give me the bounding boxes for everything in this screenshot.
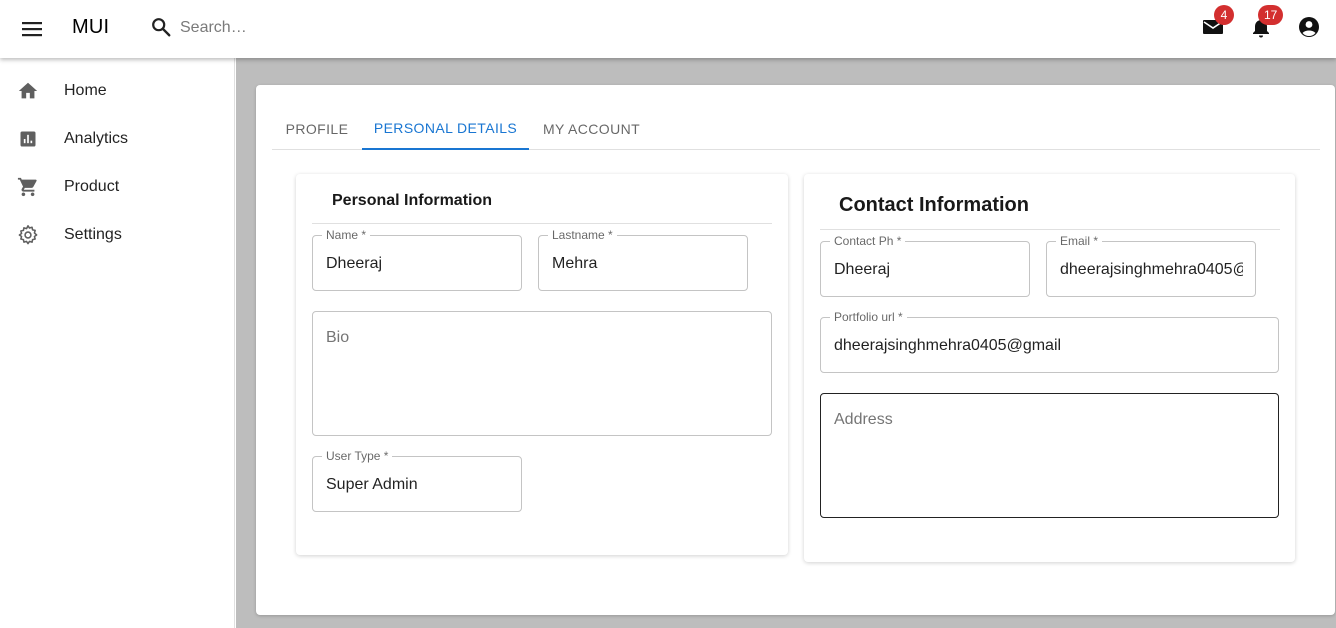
brand-title[interactable]: MUI <box>72 16 109 39</box>
lastname-input[interactable] <box>552 254 735 274</box>
gear-icon <box>17 224 39 246</box>
user-type-field[interactable]: User Type * <box>312 449 522 512</box>
app-bar: MUI 4 17 <box>0 0 1336 58</box>
panel-title: Contact Information <box>839 194 1029 216</box>
field-label: Name * <box>322 228 371 242</box>
details-card: PROFILE PERSONAL DETAILS MY ACCOUNT Pers… <box>256 85 1335 615</box>
tab-profile[interactable]: PROFILE <box>272 107 362 150</box>
account-circle-icon <box>1297 15 1321 44</box>
search-icon <box>150 16 172 38</box>
contact-phone-field[interactable]: Contact Ph * <box>820 234 1030 297</box>
name-field[interactable]: Name * <box>312 228 522 291</box>
field-label: Portfolio url * <box>830 310 907 324</box>
sidebar-item-label: Analytics <box>64 130 129 147</box>
analytics-icon <box>17 128 39 150</box>
search-input[interactable] <box>180 16 480 40</box>
field-label: Contact Ph * <box>830 234 906 248</box>
field-label: Email * <box>1056 234 1103 248</box>
notifications-badge: 17 <box>1258 5 1284 25</box>
mail-button[interactable]: 4 <box>1200 5 1234 42</box>
contact-phone-input[interactable] <box>834 260 1017 280</box>
user-type-input[interactable] <box>326 475 509 495</box>
cart-icon <box>17 176 39 198</box>
contact-information-panel: Contact Information Contact Ph * Email *… <box>804 174 1295 562</box>
address-field[interactable] <box>820 393 1279 518</box>
portfolio-url-field[interactable]: Portfolio url * <box>820 310 1279 373</box>
tab-personal-details[interactable]: PERSONAL DETAILS <box>362 107 529 150</box>
divider <box>312 223 772 224</box>
sidebar-item-label: Settings <box>64 226 122 243</box>
email-input[interactable] <box>1060 260 1243 280</box>
field-label: User Type * <box>322 449 393 463</box>
email-field[interactable]: Email * <box>1046 234 1256 297</box>
address-textarea[interactable] <box>834 411 1266 501</box>
main-content: PROFILE PERSONAL DETAILS MY ACCOUNT Pers… <box>236 58 1336 628</box>
tab-bar: PROFILE PERSONAL DETAILS MY ACCOUNT <box>272 107 1320 150</box>
divider <box>820 229 1280 230</box>
notifications-button[interactable]: 17 <box>1248 5 1284 42</box>
portfolio-url-input[interactable] <box>834 336 1266 356</box>
tab-my-account[interactable]: MY ACCOUNT <box>529 107 654 150</box>
sidebar-item-label: Product <box>64 178 120 195</box>
menu-icon[interactable] <box>20 17 44 41</box>
lastname-field[interactable]: Lastname * <box>538 228 748 291</box>
name-input[interactable] <box>326 254 509 274</box>
mail-badge: 4 <box>1214 5 1234 25</box>
bio-textarea[interactable] <box>326 329 759 419</box>
personal-information-panel: Personal Information Name * Lastname * U… <box>296 174 788 555</box>
panel-title: Personal Information <box>332 192 493 209</box>
sidebar-item-home[interactable]: Home <box>0 67 235 115</box>
account-button[interactable] <box>1296 16 1322 42</box>
sidebar: Home Analytics Product Settings <box>0 58 235 628</box>
field-label: Lastname * <box>548 228 617 242</box>
sidebar-item-analytics[interactable]: Analytics <box>0 115 235 163</box>
sidebar-item-settings[interactable]: Settings <box>0 211 235 259</box>
sidebar-item-product[interactable]: Product <box>0 163 235 211</box>
sidebar-item-label: Home <box>64 82 107 99</box>
bio-field[interactable] <box>312 311 772 436</box>
home-icon <box>17 80 39 102</box>
